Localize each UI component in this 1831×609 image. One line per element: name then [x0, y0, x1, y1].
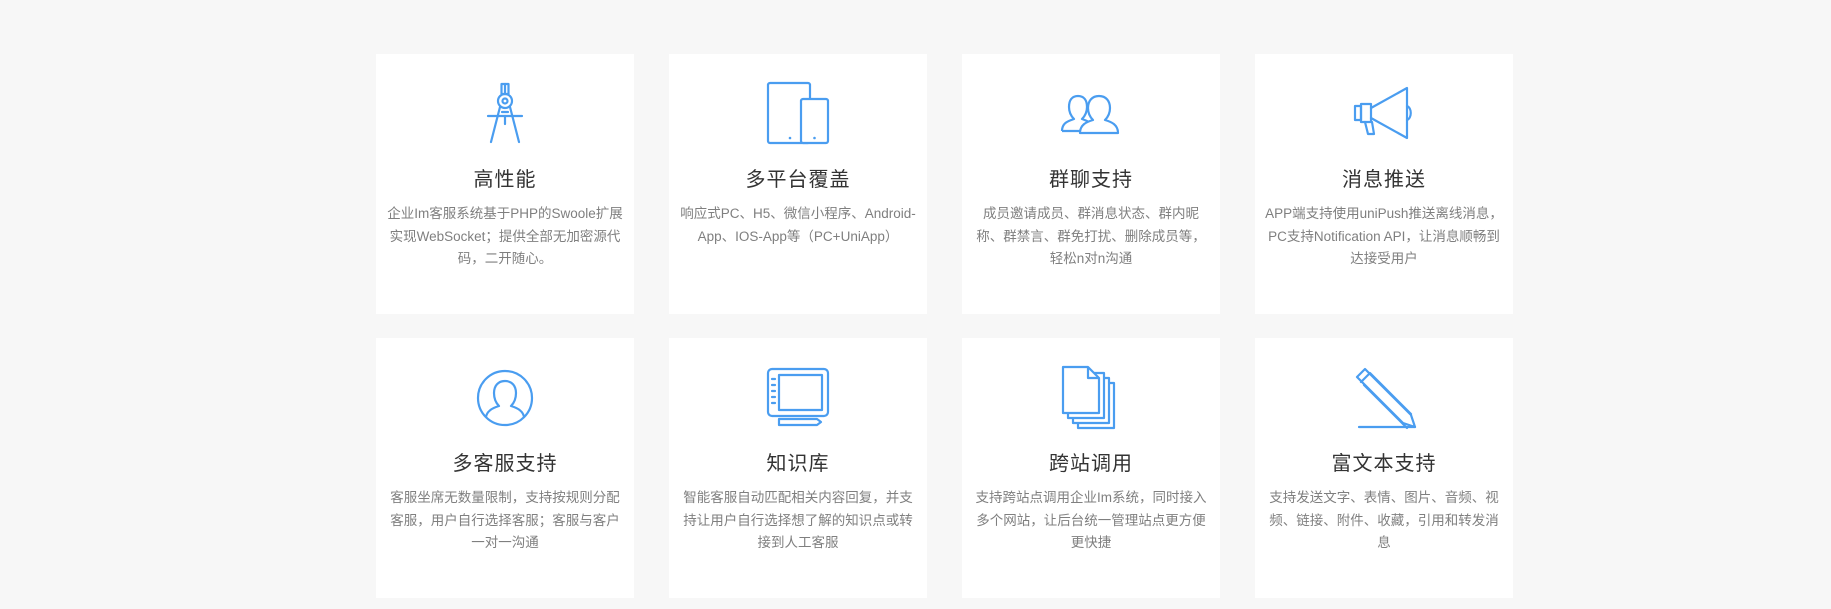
documents-stack-icon [1058, 365, 1124, 431]
compass-icon [472, 81, 538, 147]
feature-title: 高性能 [473, 169, 537, 191]
feature-title: 富文本支持 [1331, 453, 1437, 475]
feature-title: 多平台覆盖 [745, 169, 851, 191]
feature-description: 客服坐席无数量限制，支持按规则分配客服，用户自行选择客服；客服与客户一对一沟通 [390, 490, 620, 550]
tablet-pen-icon [765, 365, 831, 431]
pencil-icon [1351, 365, 1417, 431]
user-circle-icon [472, 365, 538, 431]
feature-title: 多客服支持 [452, 453, 558, 475]
feature-description: 支持跨站点调用企业Im系统，同时接入多个网站，让后台统一管理站点更方便更快捷 [975, 490, 1207, 550]
feature-description: APP端支持使用uniPush推送离线消息，PC支持Notification A… [1265, 206, 1503, 266]
feature-title: 群聊支持 [1049, 169, 1133, 191]
feature-card-message-push: 消息推送 APP端支持使用uniPush推送离线消息，PC支持Notificat… [1255, 54, 1513, 314]
feature-title: 跨站调用 [1049, 453, 1133, 475]
feature-card-multi-platform: 多平台覆盖 响应式PC、H5、微信小程序、Android-App、IOS-App… [669, 54, 927, 314]
feature-card-group-chat: 群聊支持 成员邀请成员、群消息状态、群内昵称、群禁言、群免打扰、删除成员等，轻松… [962, 54, 1220, 314]
feature-card-multi-agent: 多客服支持 客服坐席无数量限制，支持按规则分配客服，用户自行选择客服；客服与客户… [376, 338, 634, 598]
feature-description: 支持发送文字、表情、图片、音频、视频、链接、附件、收藏，引用和转发消息 [1269, 490, 1499, 550]
multi-device-icon [765, 81, 831, 147]
feature-grid: 高性能 企业Im客服系统基于PHP的Swoole扩展实现WebSocket；提供… [376, 54, 1513, 598]
feature-description: 企业Im客服系统基于PHP的Swoole扩展实现WebSocket；提供全部无加… [387, 206, 623, 266]
users-group-icon [1058, 81, 1124, 147]
feature-description: 成员邀请成员、群消息状态、群内昵称、群禁言、群免打扰、删除成员等，轻松n对n沟通 [976, 206, 1206, 266]
feature-title: 消息推送 [1342, 169, 1426, 191]
feature-card-cross-site: 跨站调用 支持跨站点调用企业Im系统，同时接入多个网站，让后台统一管理站点更方便… [962, 338, 1220, 598]
feature-description: 响应式PC、H5、微信小程序、Android-App、IOS-App等（PC+U… [680, 206, 916, 244]
feature-card-high-performance: 高性能 企业Im客服系统基于PHP的Swoole扩展实现WebSocket；提供… [376, 54, 634, 314]
megaphone-icon [1351, 81, 1417, 147]
feature-card-rich-text: 富文本支持 支持发送文字、表情、图片、音频、视频、链接、附件、收藏，引用和转发消… [1255, 338, 1513, 598]
feature-card-knowledge-base: 知识库 智能客服自动匹配相关内容回复，并支持让用户自行选择想了解的知识点或转接到… [669, 338, 927, 598]
feature-description: 智能客服自动匹配相关内容回复，并支持让用户自行选择想了解的知识点或转接到人工客服 [683, 490, 913, 550]
feature-title: 知识库 [766, 453, 830, 475]
